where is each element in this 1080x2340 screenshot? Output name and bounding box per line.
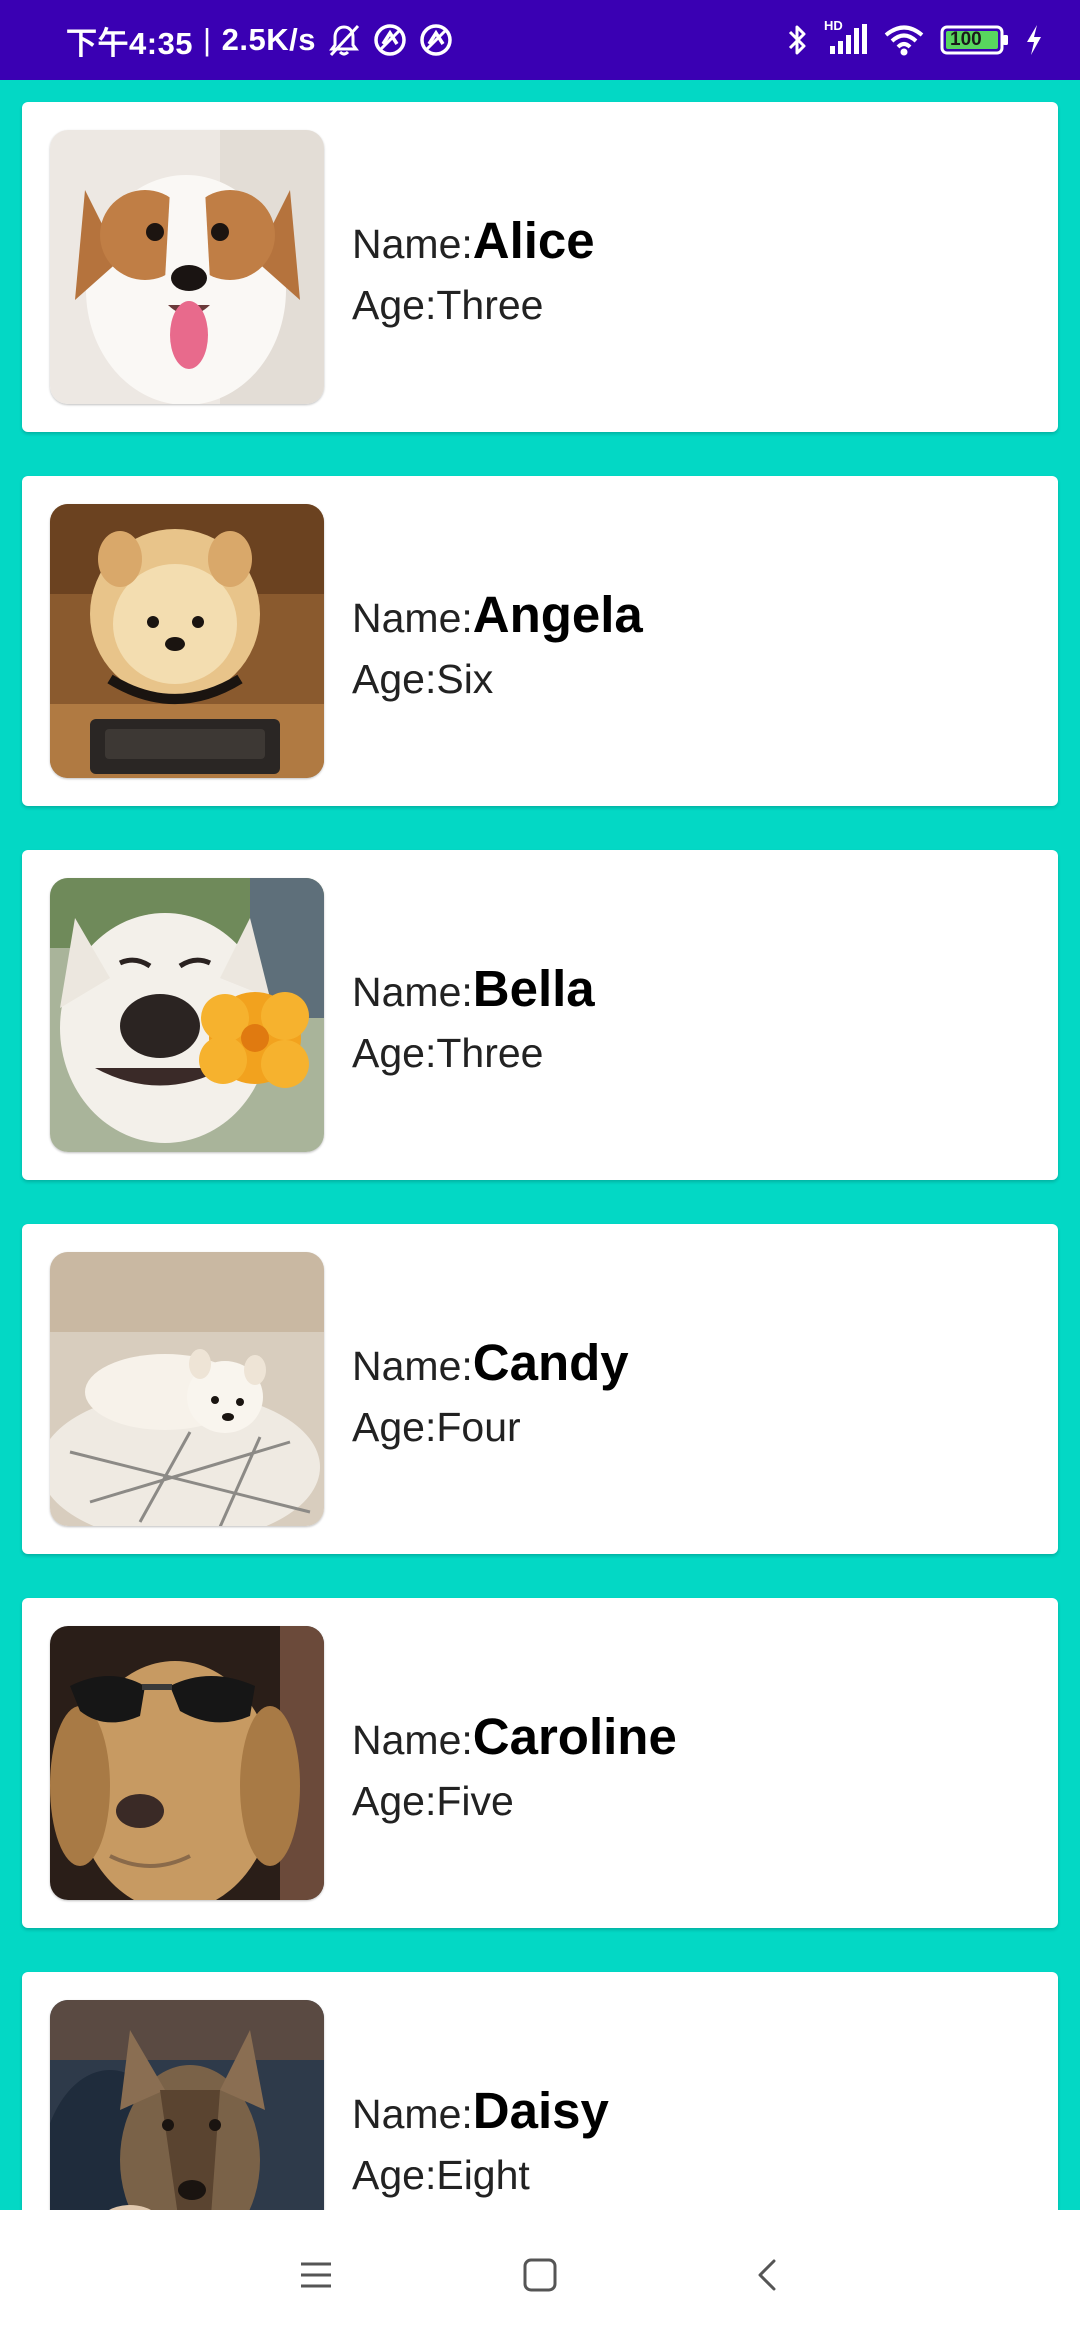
dog-age: Four [436, 1404, 521, 1450]
age-line: Age:Four [352, 1397, 629, 1457]
status-bar: 下午4:35 | 2.5K/s HD 100 [0, 0, 1080, 80]
status-left: 下午4:35 | 2.5K/s [66, 18, 454, 63]
dog-name: Alice [472, 212, 595, 269]
dog-photo [50, 1252, 324, 1526]
wifi-icon [882, 22, 926, 58]
name-line: Name:Angela [352, 584, 643, 649]
age-label: Age: [352, 282, 437, 328]
status-separator: | [203, 22, 212, 57]
age-line: Age:Three [352, 1023, 595, 1083]
dog-age: Six [436, 656, 494, 702]
home-icon [522, 2257, 558, 2293]
signal-icon: HD [824, 18, 868, 58]
name-line: Name:Candy [352, 1332, 629, 1397]
menu-icon [298, 2257, 334, 2293]
sync-icon [372, 22, 408, 58]
dog-card[interactable]: Name:Bella Age:Three [22, 850, 1058, 1180]
dog-name: Caroline [472, 1708, 677, 1765]
dog-card[interactable]: Name:Daisy Age:Eight [22, 1972, 1058, 2210]
dog-name: Candy [472, 1334, 629, 1391]
dog-info: Name:Alice Age:Three [352, 210, 595, 335]
age-label: Age: [352, 1404, 437, 1450]
mute-icon [326, 22, 362, 58]
status-time: 下午4:35 [66, 25, 194, 61]
name-label: Name: [352, 1717, 473, 1763]
name-line: Name:Alice [352, 210, 595, 275]
battery-icon: 100 [940, 23, 1010, 57]
dog-info: Name:Candy Age:Four [352, 1332, 629, 1457]
age-label: Age: [352, 1030, 437, 1076]
name-label: Name: [352, 1343, 473, 1389]
dog-card[interactable]: Name:Candy Age:Four [22, 1224, 1058, 1554]
name-line: Name:Bella [352, 958, 595, 1023]
dog-name: Bella [472, 960, 595, 1017]
name-label: Name: [352, 969, 473, 1015]
network-speed: 2.5K/s [221, 22, 316, 57]
dog-info: Name:Daisy Age:Eight [352, 2080, 609, 2205]
dog-name: Daisy [472, 2082, 609, 2139]
navigation-bar [0, 2210, 1080, 2340]
dog-photo [50, 878, 324, 1152]
back-icon [750, 2257, 786, 2293]
dog-info: Name:Caroline Age:Five [352, 1706, 677, 1831]
dog-list[interactable]: Name:Alice Age:Three Name:Angela Age:Six… [0, 80, 1080, 2210]
back-button[interactable] [738, 2245, 798, 2305]
dog-photo [50, 2000, 324, 2210]
dog-card[interactable]: Name:Caroline Age:Five [22, 1598, 1058, 1928]
dog-photo [50, 1626, 324, 1900]
dog-info: Name:Angela Age:Six [352, 584, 643, 709]
bluetooth-icon [786, 22, 810, 58]
name-line: Name:Daisy [352, 2080, 609, 2145]
dog-card[interactable]: Name:Alice Age:Three [22, 102, 1058, 432]
age-line: Age:Eight [352, 2145, 609, 2205]
dog-name: Angela [472, 586, 643, 643]
dog-photo [50, 504, 324, 778]
menu-button[interactable] [286, 2245, 346, 2305]
charging-icon [1024, 22, 1044, 58]
dog-photo [50, 130, 324, 404]
dog-age: Three [436, 282, 544, 328]
sync-icon [418, 22, 454, 58]
age-label: Age: [352, 2152, 437, 2198]
dog-info: Name:Bella Age:Three [352, 958, 595, 1083]
battery-level: 100 [950, 29, 982, 50]
age-line: Age:Three [352, 275, 595, 335]
age-label: Age: [352, 1778, 437, 1824]
dog-age: Three [436, 1030, 544, 1076]
dog-age: Eight [436, 2152, 530, 2198]
age-line: Age:Six [352, 649, 643, 709]
name-label: Name: [352, 221, 473, 267]
dog-age: Five [436, 1778, 514, 1824]
name-line: Name:Caroline [352, 1706, 677, 1771]
home-button[interactable] [510, 2245, 570, 2305]
status-right: HD 100 [786, 18, 1044, 58]
age-label: Age: [352, 656, 437, 702]
name-label: Name: [352, 595, 473, 641]
age-line: Age:Five [352, 1771, 677, 1831]
network-type-label: HD [824, 18, 843, 33]
name-label: Name: [352, 2091, 473, 2137]
dog-card[interactable]: Name:Angela Age:Six [22, 476, 1058, 806]
